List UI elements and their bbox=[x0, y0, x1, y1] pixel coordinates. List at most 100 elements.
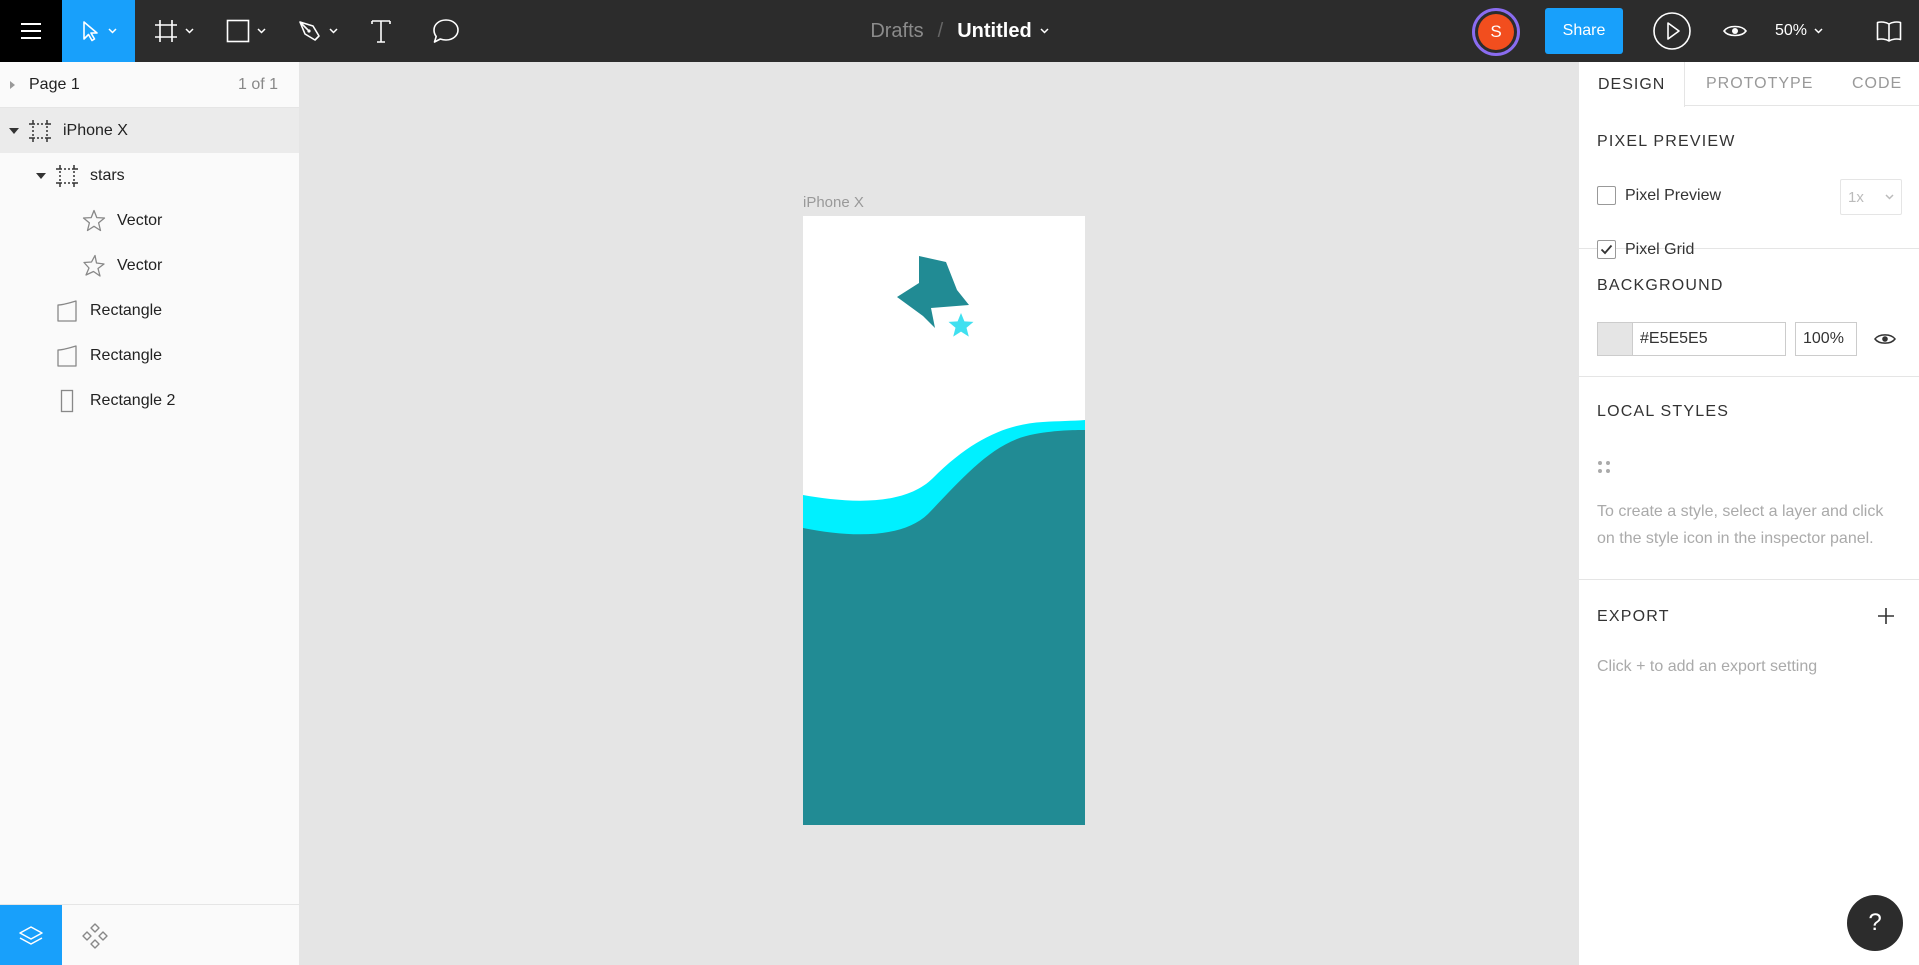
background-color-swatch[interactable] bbox=[1597, 322, 1632, 356]
canvas[interactable]: iPhone X bbox=[300, 62, 1578, 965]
export-section: EXPORT Click + to add an export setting bbox=[1579, 580, 1919, 700]
move-tool-button[interactable] bbox=[62, 0, 135, 62]
layer-iphone-x[interactable]: iPhone X bbox=[0, 108, 299, 153]
background-section: BACKGROUND bbox=[1579, 249, 1919, 377]
comment-tool-button[interactable] bbox=[428, 0, 464, 62]
eye-icon bbox=[1874, 334, 1896, 344]
help-button[interactable]: ? bbox=[1847, 895, 1903, 951]
page-selector[interactable]: Page 1 1 of 1 bbox=[0, 62, 299, 108]
frame-label[interactable]: iPhone X bbox=[803, 194, 864, 211]
layer-vector[interactable]: Vector bbox=[0, 198, 299, 243]
pixel-preview-scale-select[interactable]: 1x bbox=[1840, 179, 1902, 215]
layer-name: Vector bbox=[117, 211, 163, 229]
frame-icon bbox=[29, 119, 51, 142]
frame-artwork bbox=[803, 256, 1085, 825]
top-toolbar: Drafts / Untitled S Share 50% bbox=[0, 0, 1919, 62]
local-styles-hint: To create a style, select a layer and cl… bbox=[1597, 503, 1884, 547]
chevron-down-icon[interactable] bbox=[1040, 28, 1049, 34]
shape-tool-button[interactable] bbox=[220, 0, 272, 62]
panel-switcher bbox=[0, 904, 299, 965]
text-tool-button[interactable] bbox=[366, 0, 396, 62]
layer-name: iPhone X bbox=[63, 121, 128, 139]
avatar-initial: S bbox=[1478, 14, 1514, 50]
layer-name: stars bbox=[90, 166, 125, 184]
style-icon bbox=[1598, 461, 1610, 473]
breadcrumb-separator: / bbox=[937, 19, 944, 42]
play-icon bbox=[1653, 12, 1691, 50]
pixel-preview-checkbox[interactable] bbox=[1597, 186, 1616, 205]
frame-tool-button[interactable] bbox=[148, 0, 200, 62]
library-button[interactable] bbox=[1868, 0, 1910, 62]
zoom-level: 50% bbox=[1775, 22, 1808, 39]
chevron-down-icon bbox=[185, 28, 194, 34]
chevron-down-icon bbox=[107, 28, 117, 34]
text-icon bbox=[371, 20, 391, 43]
book-icon bbox=[1876, 21, 1902, 42]
chevron-down-icon bbox=[1885, 194, 1894, 200]
star-icon bbox=[82, 209, 106, 231]
chevron-down-icon bbox=[1814, 28, 1823, 34]
layer-name: Rectangle bbox=[90, 346, 163, 364]
tab-prototype[interactable]: PROTOTYPE bbox=[1706, 62, 1813, 106]
layer-rectangle[interactable]: Rectangle bbox=[0, 288, 299, 333]
pixel-preview-label: Pixel Preview bbox=[1625, 187, 1722, 204]
collapse-arrow-icon[interactable] bbox=[36, 172, 46, 179]
small-star-vector[interactable] bbox=[948, 313, 974, 337]
components-tab-button[interactable] bbox=[70, 905, 120, 965]
layers-icon bbox=[19, 925, 43, 945]
frame-icon bbox=[155, 20, 177, 42]
layer-name: Rectangle bbox=[90, 301, 163, 319]
share-button[interactable]: Share bbox=[1545, 8, 1623, 54]
eye-icon bbox=[1723, 25, 1747, 37]
layers-tab-button[interactable] bbox=[0, 905, 62, 965]
frame-icon bbox=[56, 164, 78, 187]
layer-name: Vector bbox=[117, 256, 163, 274]
plus-icon bbox=[1878, 608, 1894, 624]
layer-stars[interactable]: stars bbox=[0, 153, 299, 198]
rectangle-icon bbox=[226, 19, 250, 43]
breadcrumb: Drafts / Untitled bbox=[0, 0, 1919, 62]
collapse-arrow-icon[interactable] bbox=[9, 127, 19, 134]
large-star-vector[interactable] bbox=[897, 256, 969, 328]
scale-value: 1x bbox=[1848, 188, 1864, 206]
layer-vector[interactable]: Vector bbox=[0, 243, 299, 288]
background-hex-input[interactable] bbox=[1632, 322, 1786, 356]
pen-icon bbox=[299, 21, 320, 41]
chevron-down-icon bbox=[329, 28, 338, 34]
present-button[interactable] bbox=[1650, 0, 1694, 62]
pen-tool-button[interactable] bbox=[292, 0, 344, 62]
iphone-x-frame[interactable] bbox=[803, 216, 1085, 825]
zoom-dropdown[interactable]: 50% bbox=[1775, 0, 1823, 62]
inspector-tabs: DESIGN PROTOTYPE CODE bbox=[1579, 62, 1919, 107]
layers-panel: Page 1 1 of 1 iPhone X stars Vector Vect… bbox=[0, 62, 300, 965]
menu-icon bbox=[21, 23, 41, 39]
layer-rectangle[interactable]: Rectangle bbox=[0, 333, 299, 378]
vector-shape-icon bbox=[57, 299, 77, 322]
local-styles-section: LOCAL STYLES To create a style, select a… bbox=[1579, 377, 1919, 580]
section-title: LOCAL STYLES bbox=[1597, 403, 1730, 420]
section-title: BACKGROUND bbox=[1597, 277, 1724, 294]
background-visibility-toggle[interactable] bbox=[1872, 322, 1898, 356]
layer-name: Rectangle 2 bbox=[90, 391, 176, 409]
pixel-preview-section: PIXEL PREVIEW Pixel Preview 1x Pixel Gri… bbox=[1579, 106, 1919, 259]
move-icon bbox=[82, 21, 98, 42]
tab-design[interactable]: DESIGN bbox=[1579, 62, 1685, 107]
tab-code[interactable]: CODE bbox=[1852, 62, 1902, 106]
view-button[interactable] bbox=[1715, 0, 1755, 62]
file-name[interactable]: Untitled bbox=[957, 20, 1031, 43]
page-count: 1 of 1 bbox=[237, 75, 278, 93]
layer-rectangle-2[interactable]: Rectangle 2 bbox=[0, 378, 299, 423]
menu-button[interactable] bbox=[0, 0, 62, 62]
avatar[interactable]: S bbox=[1472, 8, 1520, 56]
chevron-down-icon bbox=[257, 28, 266, 34]
background-opacity-input[interactable] bbox=[1795, 322, 1857, 356]
page-name[interactable]: Page 1 bbox=[29, 76, 80, 94]
add-export-button[interactable] bbox=[1874, 604, 1898, 628]
rectangle-icon bbox=[60, 389, 74, 412]
expand-arrow-icon bbox=[10, 80, 15, 89]
breadcrumb-project[interactable]: Drafts bbox=[870, 20, 923, 43]
section-title: EXPORT bbox=[1597, 608, 1670, 625]
export-hint: Click + to add an export setting bbox=[1597, 658, 1818, 675]
star-icon bbox=[83, 254, 105, 277]
inspector-panel: DESIGN PROTOTYPE CODE PIXEL PREVIEW Pixe… bbox=[1578, 62, 1919, 965]
